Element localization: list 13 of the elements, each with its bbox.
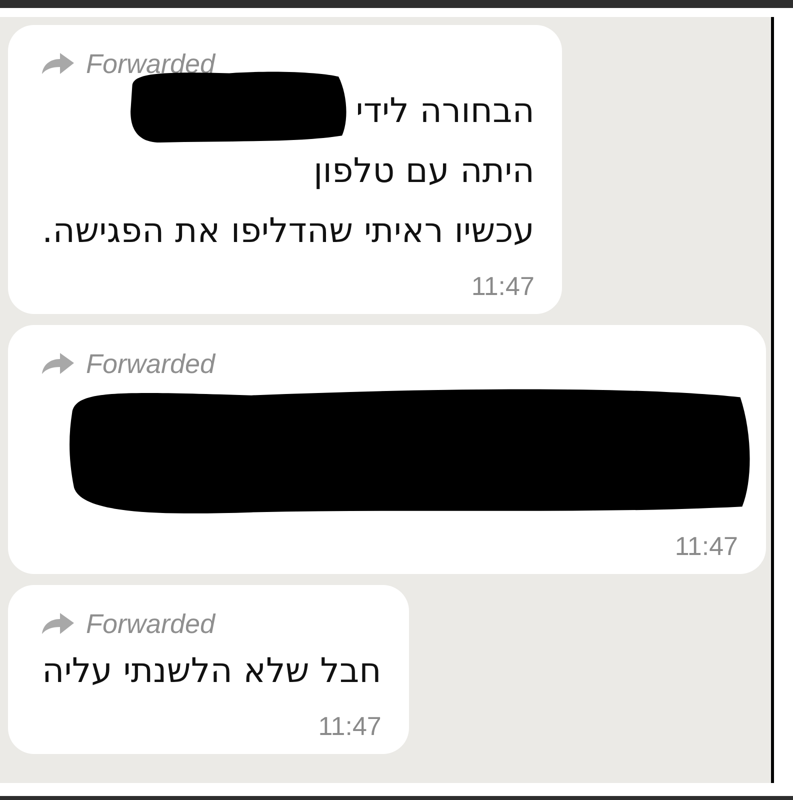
forward-arrow-icon: [42, 53, 74, 75]
message-text: חבל שלא הלשנתי עליה: [42, 650, 382, 692]
message-text: הבחורה לידי: [356, 90, 534, 132]
message-time: 11:47: [674, 530, 738, 563]
forwarded-label: Forwarded: [86, 608, 216, 641]
message-text: היתה עם טלפון: [313, 150, 534, 192]
forwarded-label: Forwarded: [86, 48, 216, 81]
message-time: 11:47: [471, 270, 534, 303]
forwarded-label: Forwarded: [86, 348, 216, 381]
forward-arrow-icon: [42, 613, 74, 635]
message-text: עכשיו ראיתי שהדליפו את הפגישה.: [42, 210, 534, 252]
message-time: 11:47: [318, 710, 382, 743]
forward-arrow-icon: [42, 353, 74, 375]
